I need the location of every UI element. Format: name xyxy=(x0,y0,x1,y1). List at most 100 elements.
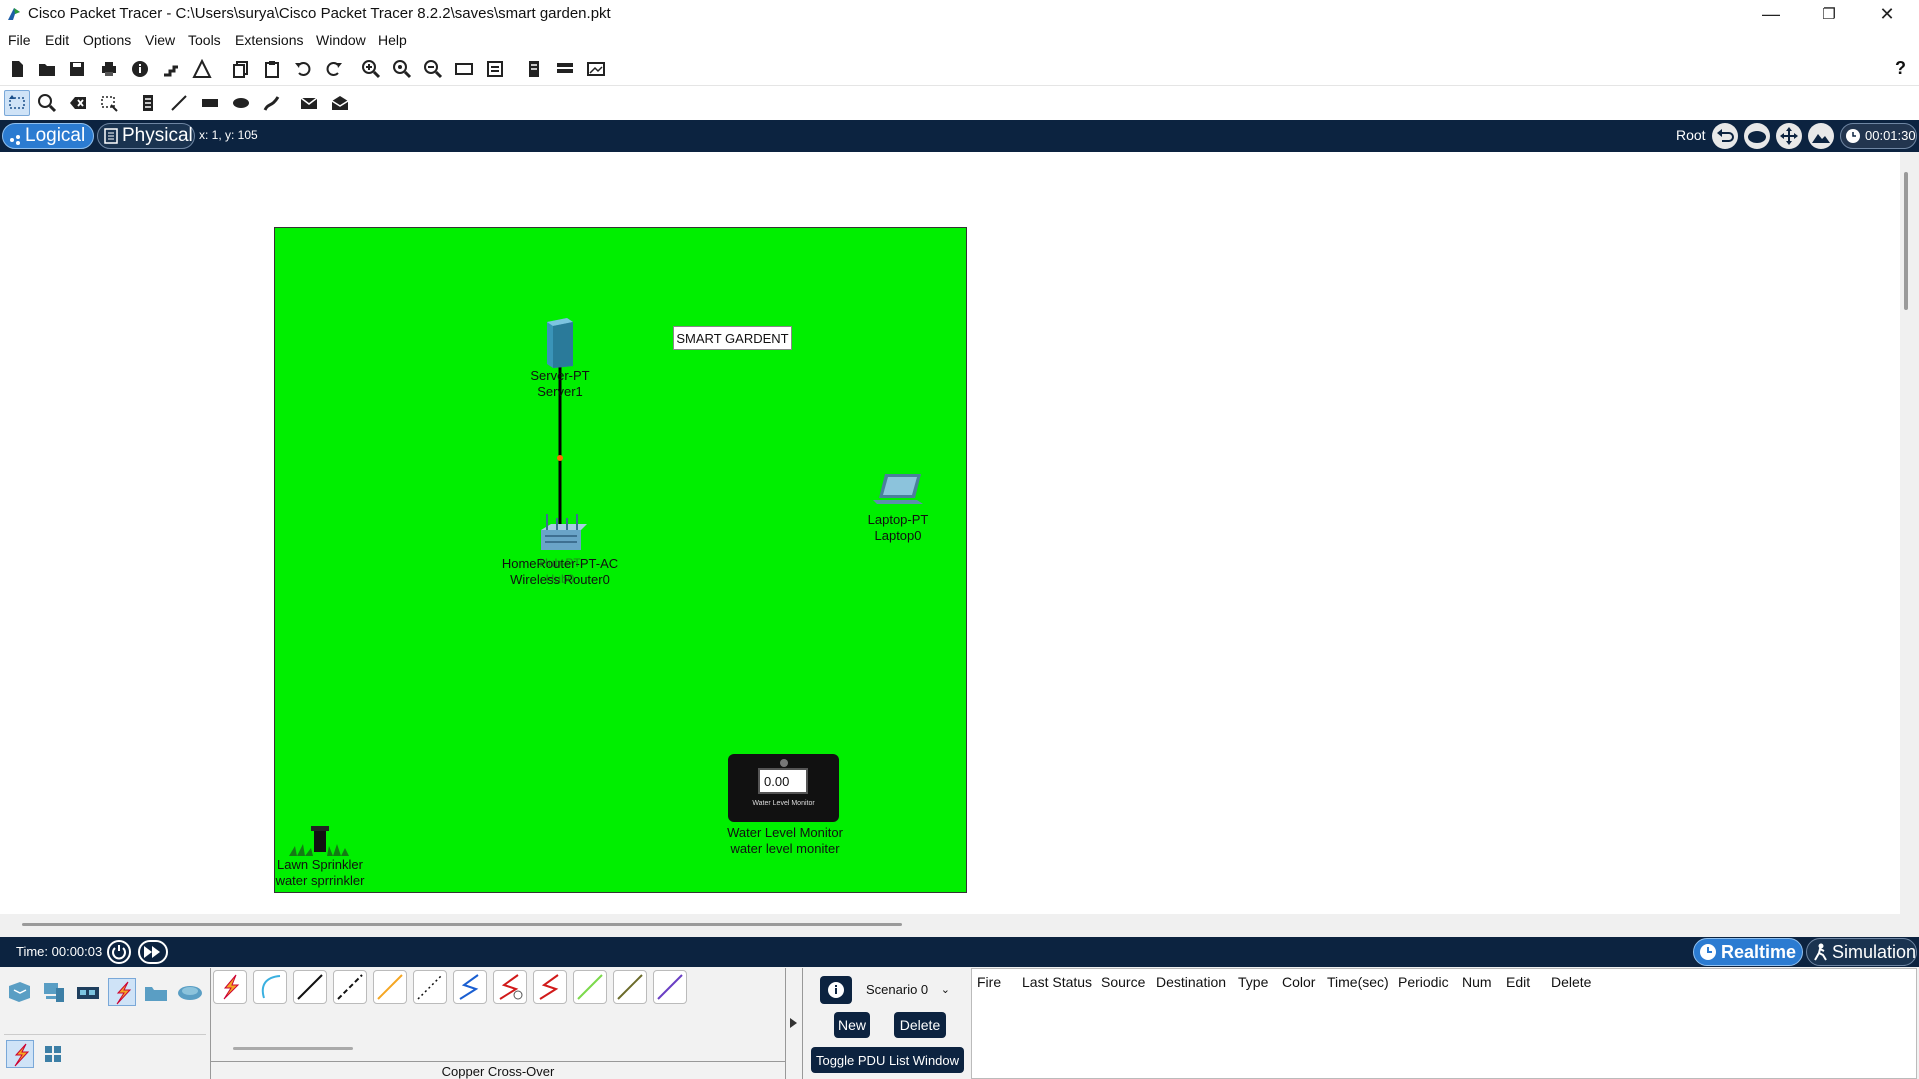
pdu-col-destination[interactable]: Destination xyxy=(1156,974,1226,990)
menu-view[interactable]: View xyxy=(145,32,175,48)
logical-tab[interactable]: Logical xyxy=(2,123,94,149)
move-object-icon[interactable] xyxy=(1776,123,1802,149)
inspect-icon[interactable] xyxy=(34,90,60,116)
menu-help[interactable]: Help xyxy=(378,32,407,48)
network-info-icon[interactable] xyxy=(158,56,184,82)
fiber-cable-icon[interactable] xyxy=(373,970,407,1004)
physical-tab[interactable]: Physical xyxy=(97,123,195,149)
pdu-col-source[interactable]: Source xyxy=(1101,974,1145,990)
place-note-icon[interactable] xyxy=(135,90,161,116)
info-icon[interactable] xyxy=(127,56,153,82)
draw-ellipse-icon[interactable] xyxy=(228,90,254,116)
note-label[interactable]: SMART GARDENT xyxy=(673,326,792,350)
help-icon[interactable]: ? xyxy=(1895,58,1906,79)
back-icon[interactable] xyxy=(1712,123,1738,149)
delete-tool-icon[interactable] xyxy=(65,90,91,116)
copy-icon[interactable] xyxy=(228,56,254,82)
multiuser-category-icon[interactable] xyxy=(176,978,204,1006)
zoom-in-icon[interactable] xyxy=(358,56,384,82)
freeform-icon[interactable] xyxy=(259,90,285,116)
set-background-icon[interactable] xyxy=(1808,123,1834,149)
restore-button[interactable]: ❐ xyxy=(1800,0,1858,28)
root-label[interactable]: Root xyxy=(1676,127,1706,143)
resize-shape-icon[interactable] xyxy=(96,90,122,116)
new-cluster-icon[interactable] xyxy=(1744,123,1770,149)
paste-icon[interactable] xyxy=(259,56,285,82)
lawn-sprinkler-icon[interactable] xyxy=(285,824,355,858)
screenshot-icon[interactable] xyxy=(583,56,609,82)
menu-window[interactable]: Window xyxy=(316,32,366,48)
octal-cable-icon[interactable] xyxy=(573,970,607,1004)
save-icon[interactable] xyxy=(64,56,90,82)
menu-options[interactable]: Options xyxy=(83,32,131,48)
minimize-button[interactable]: — xyxy=(1742,0,1800,28)
wireless-router-icon[interactable] xyxy=(535,512,587,554)
cluster-icon[interactable] xyxy=(552,56,578,82)
pdu-col-fire[interactable]: Fire xyxy=(977,974,1001,990)
pdu-col-time[interactable]: Time(sec) xyxy=(1327,974,1389,990)
vertical-scrollbar[interactable] xyxy=(1904,172,1908,310)
redo-icon[interactable] xyxy=(321,56,347,82)
undo-icon[interactable] xyxy=(290,56,316,82)
open-folder-icon[interactable] xyxy=(34,56,60,82)
coaxial-cable-icon[interactable] xyxy=(453,970,487,1004)
menu-tools[interactable]: Tools xyxy=(188,32,221,48)
scenario-info-icon[interactable] xyxy=(820,976,852,1004)
zoom-reset-icon[interactable] xyxy=(389,56,415,82)
realtime-mode-button[interactable]: Realtime xyxy=(1693,938,1803,966)
end-devices-category-icon[interactable] xyxy=(40,978,68,1006)
components-category-icon[interactable] xyxy=(74,978,102,1006)
connections-subcategory-icon[interactable] xyxy=(6,1040,34,1068)
laptop-icon[interactable] xyxy=(871,472,925,510)
menu-file[interactable]: File xyxy=(8,32,31,48)
select-tool-icon[interactable] xyxy=(4,90,30,116)
draw-rectangle-icon[interactable] xyxy=(197,90,223,116)
usb-cable-icon[interactable] xyxy=(653,970,687,1004)
pdu-col-last-status[interactable]: Last Status xyxy=(1022,974,1092,990)
smart-garden-area[interactable]: SMART GARDENT Server-PT Server1 HomeRout… xyxy=(274,227,967,893)
activity-wizard-icon[interactable] xyxy=(189,56,215,82)
serial-dte-cable-icon[interactable] xyxy=(533,970,567,1004)
menu-edit[interactable]: Edit xyxy=(45,32,69,48)
simulation-mode-button[interactable]: Simulation xyxy=(1806,938,1917,966)
notes-icon[interactable] xyxy=(521,56,547,82)
expand-arrow-icon[interactable] xyxy=(790,1018,797,1028)
scenario-select[interactable]: Scenario 0 ⌄ xyxy=(862,980,954,1002)
zoom-out-icon[interactable] xyxy=(420,56,446,82)
horizontal-scrollbar[interactable] xyxy=(22,923,902,926)
draw-line-icon[interactable] xyxy=(166,90,192,116)
water-level-monitor-device[interactable]: 0.00 Water Level Monitor xyxy=(728,754,839,822)
new-file-icon[interactable] xyxy=(4,56,30,82)
cable-list-scrollbar[interactable] xyxy=(233,1047,353,1050)
phone-cable-icon[interactable] xyxy=(413,970,447,1004)
viewport-clock[interactable]: 00:01:30 xyxy=(1840,123,1917,149)
drawing-palette-icon[interactable] xyxy=(451,56,477,82)
add-complex-pdu-icon[interactable] xyxy=(327,90,353,116)
console-cable-icon[interactable] xyxy=(253,970,287,1004)
connections-category-icon[interactable] xyxy=(108,978,136,1006)
add-simple-pdu-icon[interactable] xyxy=(296,90,322,116)
pdu-col-delete[interactable]: Delete xyxy=(1551,974,1591,990)
pdu-col-num[interactable]: Num xyxy=(1462,974,1492,990)
server-icon[interactable] xyxy=(543,316,577,368)
copper-straight-through-icon[interactable] xyxy=(293,970,327,1004)
new-scenario-button[interactable]: New xyxy=(834,1012,870,1038)
menu-extensions[interactable]: Extensions xyxy=(235,32,303,48)
print-icon[interactable] xyxy=(96,56,122,82)
pdu-col-edit[interactable]: Edit xyxy=(1506,974,1530,990)
iot-custom-cable-icon[interactable] xyxy=(613,970,647,1004)
miscellaneous-category-icon[interactable] xyxy=(142,978,170,1006)
close-button[interactable]: ✕ xyxy=(1858,0,1916,28)
power-cycle-icon[interactable] xyxy=(107,940,131,964)
delete-scenario-button[interactable]: Delete xyxy=(894,1012,946,1038)
pdu-col-color[interactable]: Color xyxy=(1282,974,1315,990)
copper-cross-over-icon[interactable] xyxy=(333,970,367,1004)
toggle-pdu-list-button[interactable]: Toggle PDU List Window xyxy=(811,1047,964,1073)
fast-forward-icon[interactable] xyxy=(138,940,168,964)
auto-connection-cable-icon[interactable] xyxy=(213,970,247,1004)
grid-subcategory-icon[interactable] xyxy=(42,1043,64,1065)
pdu-col-type[interactable]: Type xyxy=(1238,974,1268,990)
network-devices-category-icon[interactable] xyxy=(6,978,34,1006)
pdu-col-periodic[interactable]: Periodic xyxy=(1398,974,1449,990)
custom-device-icon[interactable] xyxy=(482,56,508,82)
